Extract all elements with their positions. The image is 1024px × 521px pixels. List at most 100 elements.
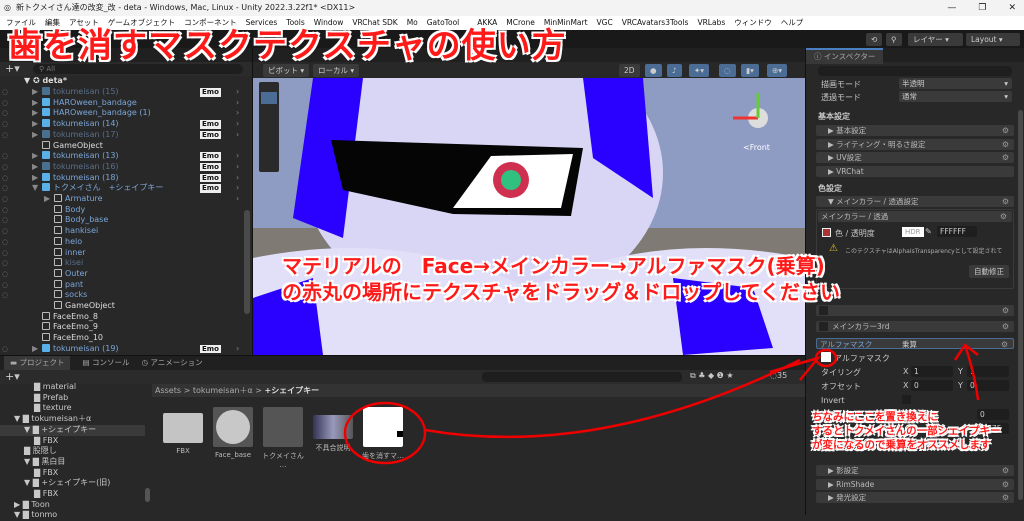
hex-color-field[interactable]: FFFFFF [937,226,977,237]
expand-arrow[interactable]: ▶ [32,119,42,130]
visibility-eye-icon[interactable]: ◌ [2,290,8,301]
hierarchy-item[interactable]: ◌ Body [0,204,240,216]
hierarchy-item[interactable]: FaceEmo_8 [0,311,240,323]
transparency-mode-dropdown[interactable]: 通常 ▾ [899,91,1012,102]
layers-dropdown[interactable]: レイヤー ▾ [908,33,963,46]
scene-viewport[interactable]: <Front [253,78,805,355]
visibility-eye-icon[interactable]: ◌ [2,280,8,291]
hdr-color-swatch[interactable]: HDR [902,227,924,237]
minimize-button[interactable]: — [947,0,956,16]
visibility-eye-icon[interactable]: ◌ [2,119,8,130]
hierarchy-item[interactable]: ◌ socks [0,290,240,301]
hierarchy-item[interactable]: ◌ hankisei [0,226,240,237]
inspector-section[interactable]: ▶ 発光設定 ⚙ [816,492,1014,503]
expand-arrow[interactable]: ▶ [32,98,42,109]
hierarchy-item[interactable]: ◌ ▶ tokumeisan (16) Emo › [0,161,240,173]
hierarchy-item[interactable]: FaceEmo_10 [0,333,240,344]
visibility-eye-icon[interactable]: ◌ [2,183,8,194]
project-tab[interactable]: ▬ プロジェクト [4,356,71,370]
search-button[interactable]: ⚲ [886,33,902,46]
offset-x-field[interactable]: 0 [911,380,953,391]
asset-tooth-mask-texture[interactable]: 歯を消すマ… [360,407,406,461]
chevron-right-icon[interactable]: › [236,344,239,355]
camera-dropdown[interactable]: ▮▾ [741,64,759,77]
visibility-eye-icon[interactable]: ◌ [2,130,8,141]
hierarchy-item[interactable]: ◌ ▶ tokumeisan (18) Emo › [0,172,240,184]
folder-item[interactable]: ▶ ▇ Toon [14,500,50,511]
chevron-right-icon[interactable]: › [236,108,239,119]
scene-view[interactable]: ピボット ▾ ローカル ▾ 2D ● ♪ ✦▾ ◌ ▮▾ ⊕▾ <Front [253,48,805,355]
breadcrumb-item[interactable]: Assets [155,386,181,395]
hierarchy-item[interactable]: ◌ ▶ tokumeisan (17) Emo › [0,129,240,141]
eyedropper-icon[interactable]: ✎ [925,227,932,236]
visibility-eye-icon[interactable]: ◌ [2,162,8,173]
audio-toggle[interactable]: ♪ [667,64,682,77]
hierarchy-item[interactable]: ◌ kisei [0,258,240,269]
hierarchy-item[interactable]: ◌ inner [0,247,240,259]
alpha-mask-texture-slot[interactable] [821,352,831,362]
chevron-right-icon[interactable]: › [236,162,239,173]
hierarchy-item[interactable]: GameObject [0,301,240,312]
folder-item[interactable]: ▼ ▇ 黒白目 [24,457,65,468]
gear-icon[interactable]: ⚙ [1002,125,1009,136]
filter-icons[interactable]: ⧉ ♣ ◆ ❶ ★ [690,371,734,381]
expand-arrow[interactable]: ▶ [32,108,42,119]
inspector-section[interactable]: ▶ 影設定 ⚙ [816,465,1014,476]
chevron-right-icon[interactable]: › [236,87,239,98]
hierarchy-item[interactable]: ◌ ▶ HAROween_bandage › [0,97,240,109]
folder-item[interactable]: ▇ FBX [34,489,58,500]
expand-arrow[interactable]: ▼ [32,183,42,194]
hierarchy-item[interactable]: ◌ ▼ トクメイさん +シェイプキー Emo › [0,183,240,194]
invert-checkbox[interactable] [902,395,911,404]
breadcrumb-item[interactable]: +シェイプキー [264,386,319,395]
tree-scrollbar[interactable] [145,488,150,502]
visibility-eye-icon[interactable]: ◌ [2,269,8,280]
visibility-eye-icon[interactable]: ◌ [2,194,8,205]
expand-arrow[interactable]: ▶ [32,87,42,98]
inspector-tab[interactable]: ⓘ インスペクター [806,48,884,64]
expand-arrow[interactable]: ▶ [44,194,54,205]
hierarchy-item[interactable]: ◌ Body_base [0,215,240,226]
folder-item[interactable]: ▼ ▇ +シェイプキー [0,424,145,436]
folder-item[interactable]: ▼ ▇ +シェイプキー(旧) [24,478,110,489]
history-button[interactable]: ⟲ [866,33,883,46]
folder-item[interactable]: ▼ ▇ tonmo [14,510,57,521]
folder-item[interactable]: ▇ 股隠し [24,446,57,457]
visibility-eye-icon[interactable]: ◌ [2,248,8,259]
visibility-eye-icon[interactable]: ◌ [2,258,8,269]
gear-icon[interactable]: ⚙ [1000,211,1007,222]
gear-icon[interactable]: ⚙ [1002,479,1009,490]
inspector-section[interactable]: ▶ 基本設定 ⚙ [816,125,1014,136]
project-tab[interactable]: ◷ アニメーション [141,356,202,370]
hierarchy-item[interactable]: ◌ ▶ tokumeisan (15) Emo › [0,87,240,98]
hierarchy-item[interactable]: ◌ ▶ Armature › [0,194,240,205]
gear-icon[interactable]: ⚙ [1002,196,1009,207]
tiling-x-field[interactable]: 1 [911,366,953,377]
toggle-checkbox[interactable] [819,306,828,315]
inspector-section[interactable]: ▶ VRChat [816,165,1014,177]
project-search[interactable] [482,372,682,382]
expand-arrow[interactable]: ▶ [32,173,42,184]
asset-fbx-folder[interactable]: FBX [160,407,206,455]
expand-arrow[interactable]: ▶ [32,344,42,355]
hierarchy-item[interactable]: ◌ ▶ tokumeisan (13) Emo › [0,151,240,162]
gizmos-dropdown[interactable]: ⊕▾ [767,64,788,77]
create-button[interactable]: +▾ [5,370,20,384]
chevron-right-icon[interactable]: › [236,130,239,141]
effects-toggle[interactable]: ✦▾ [689,64,710,77]
project-tab[interactable]: ▤ コンソール [82,356,129,370]
visibility-eye-icon[interactable]: ◌ [2,108,8,119]
main-color-2nd-section[interactable]: ⚙ [816,305,1014,316]
gear-icon[interactable]: ⚙ [1002,465,1009,476]
chevron-right-icon[interactable]: › [236,194,239,205]
close-button[interactable]: ✕ [1008,0,1016,16]
chevron-right-icon[interactable]: › [236,98,239,109]
toggle-2d-button[interactable]: 2D [619,64,640,77]
gear-icon[interactable]: ⚙ [1002,139,1009,150]
visibility-eye-icon[interactable]: ◌ [2,173,8,184]
visibility-eye-icon[interactable]: ◌ [2,344,8,355]
breadcrumb-item[interactable]: tokumeisan＋α [193,386,253,395]
expand-arrow[interactable]: ▶ [32,162,42,173]
alpha-mode-dropdown[interactable]: 乗算 [902,339,917,350]
render-mode-dropdown[interactable]: 半透明 ▾ [899,78,1012,89]
